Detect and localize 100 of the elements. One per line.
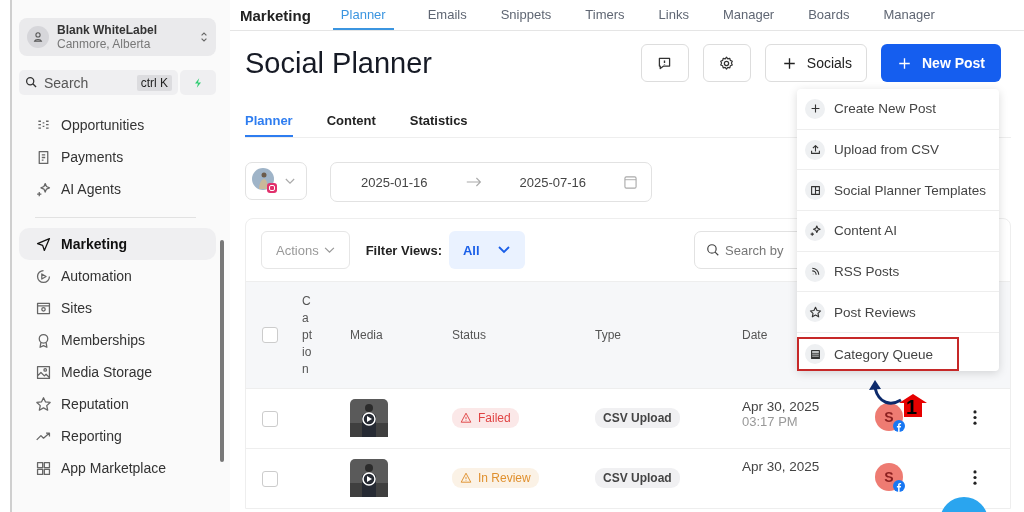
menu-item-icon	[805, 302, 825, 323]
menu-item[interactable]: Social Planner Templates	[797, 170, 999, 212]
menu-item[interactable]: RSS Posts	[797, 251, 999, 293]
menu-item[interactable]: Category Queue	[797, 337, 959, 372]
menu-item-icon	[35, 459, 52, 477]
sidebar-item[interactable]: Marketing	[19, 228, 216, 260]
row-checkbox[interactable]	[262, 411, 278, 427]
menu-item-icon	[35, 395, 52, 413]
new-post-button[interactable]: New Post	[881, 44, 1001, 82]
date-range-field[interactable]: 2025-01-16 2025-07-16	[330, 162, 652, 202]
sidebar-item[interactable]: Opportunities	[19, 109, 216, 141]
row-checkbox[interactable]	[262, 471, 278, 487]
search-icon	[706, 243, 720, 257]
sidebar-item[interactable]: Media Storage	[19, 356, 216, 388]
menu-item-icon	[35, 267, 52, 285]
nav-tab[interactable]: Boards	[808, 0, 850, 30]
column-header: Status	[452, 328, 487, 342]
socials-button[interactable]: Socials	[764, 44, 867, 82]
select-all-checkbox[interactable]	[262, 327, 278, 343]
sidebar-item[interactable]: Reporting	[19, 420, 216, 452]
menu-item-icon	[805, 344, 825, 365]
sidebar-item[interactable]: Automation	[19, 260, 216, 292]
column-header: Type	[595, 328, 621, 342]
feedback-button[interactable]	[640, 44, 689, 82]
chevron-icon	[200, 30, 208, 44]
menu-item-icon	[805, 261, 825, 282]
menu-item[interactable]: Post Reviews	[797, 292, 999, 334]
more-icon	[973, 410, 977, 425]
chevron-icon	[323, 246, 335, 254]
tab[interactable]: Content	[326, 113, 376, 137]
plus-icon	[781, 55, 797, 71]
search-field[interactable]: Search ctrl K	[19, 70, 178, 95]
more-button[interactable]	[970, 410, 980, 426]
menu-item[interactable]: Content AI	[797, 211, 999, 252]
nav-tab[interactable]: Emails	[427, 0, 467, 30]
search-placeholder: Search by	[725, 242, 784, 258]
sidebar-item[interactable]: Reputation	[19, 388, 216, 420]
page-title: Social Planner	[245, 46, 432, 80]
post-date: Apr 30, 2025	[742, 459, 820, 474]
account-switcher[interactable]: Blank WhiteLabel Canmore, Alberta	[19, 18, 216, 56]
post-time: 03:17 PM	[742, 414, 799, 429]
step-number: 1	[906, 396, 918, 418]
end-date: 2025-07-16	[519, 174, 586, 190]
menu-item-icon	[805, 180, 825, 201]
chevron-icon	[497, 246, 510, 254]
nav-tab[interactable]: Snippets	[500, 0, 552, 30]
up-arrow-icon	[898, 393, 928, 417]
tab[interactable]: Statistics	[409, 113, 468, 137]
plus-icon	[897, 55, 912, 71]
more-icon	[973, 470, 977, 485]
sidebar-item[interactable]: Memberships	[19, 324, 216, 356]
menu-item-icon	[35, 235, 52, 253]
nav-tab[interactable]: Manager	[722, 0, 775, 30]
more-button[interactable]	[970, 470, 980, 486]
facebook-icon	[893, 480, 905, 492]
shortcut-hint: ctrl K	[136, 74, 172, 91]
scrollbar[interactable]	[220, 240, 224, 462]
nav-tab[interactable]: Timers	[585, 0, 625, 30]
start-date: 2025-01-16	[361, 174, 428, 190]
calendar-icon	[624, 175, 637, 189]
menu-item-icon	[805, 139, 825, 160]
menu-item-icon	[35, 180, 52, 198]
account-location: Canmore, Alberta	[57, 37, 152, 51]
search-placeholder: Search	[44, 74, 90, 91]
sidebar-item[interactable]: Payments	[19, 141, 216, 173]
type-tag: CSV Upload	[595, 408, 680, 428]
menu-item-icon	[805, 220, 825, 241]
account-picker[interactable]	[245, 162, 307, 200]
avatar-drawing	[251, 167, 279, 195]
menu-item-icon	[35, 363, 52, 381]
account-name: Blank WhiteLabel	[57, 23, 158, 37]
quick-action-button[interactable]	[180, 70, 216, 95]
settings-icon	[718, 54, 736, 72]
filter-dropdown[interactable]: All	[449, 231, 525, 269]
warning-icon	[460, 412, 472, 424]
status-badge: Failed	[452, 408, 519, 428]
warning-icon	[460, 472, 472, 484]
nav-tab[interactable]: Manager	[883, 0, 935, 30]
column-header: Media	[350, 328, 383, 342]
nav-tab[interactable]: Links	[658, 0, 689, 30]
facebook-icon	[893, 420, 905, 432]
menu-item[interactable]: Upload from CSV	[797, 129, 999, 171]
curved-arrow	[867, 378, 903, 408]
sidebar-item[interactable]: AI Agents	[19, 173, 216, 205]
arrow-icon	[465, 177, 482, 187]
lightning-icon	[192, 76, 204, 89]
filter-label: Filter Views:	[365, 242, 442, 258]
chevron-icon	[285, 177, 295, 185]
menu-item-icon	[805, 98, 825, 119]
sidebar-item[interactable]: Sites	[19, 292, 216, 324]
type-tag: CSV Upload	[595, 468, 680, 488]
settings-button[interactable]	[702, 44, 751, 82]
column-header: Date	[742, 328, 768, 342]
sidebar-item[interactable]: App Marketplace	[19, 452, 216, 484]
tab[interactable]: Planner	[245, 113, 293, 137]
search-icon	[25, 76, 38, 89]
post-date: Apr 30, 2025	[742, 399, 820, 414]
menu-item[interactable]: Create New Post	[797, 89, 999, 130]
column-header: C a pt io n	[302, 292, 313, 378]
section-title: Marketing	[240, 6, 311, 24]
